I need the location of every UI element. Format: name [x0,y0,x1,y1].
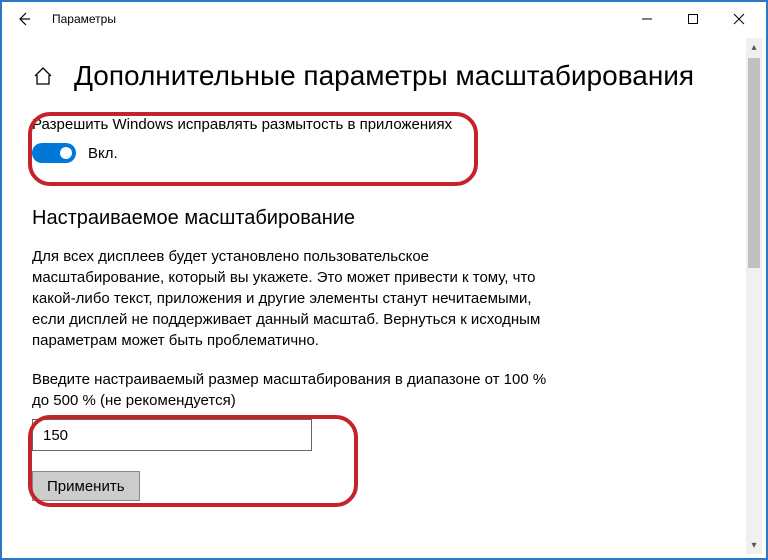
titlebar: Параметры [2,2,766,36]
arrow-left-icon [16,11,32,27]
fix-blur-toggle[interactable] [32,143,76,163]
window-title: Параметры [42,12,116,26]
custom-scaling-controls: Применить [32,419,736,501]
custom-scaling-heading: Настраиваемое масштабирование [32,207,736,230]
back-button[interactable] [6,4,42,34]
custom-scaling-prompt: Введите настраиваемый размер масштабиров… [32,369,552,411]
apply-button[interactable]: Применить [32,471,140,501]
page-header: Дополнительные параметры масштабирования [32,60,736,92]
close-icon [733,13,745,25]
home-icon[interactable] [32,65,54,87]
maximize-button[interactable] [670,4,716,34]
minimize-button[interactable] [624,4,670,34]
close-button[interactable] [716,4,762,34]
custom-scale-input[interactable] [32,419,312,451]
content: Дополнительные параметры масштабирования… [2,36,766,501]
maximize-icon [687,13,699,25]
custom-scaling-description: Для всех дисплеев будет установлено поль… [32,246,542,351]
scroll-down-icon[interactable]: ▾ [746,536,762,554]
page-title: Дополнительные параметры масштабирования [74,60,694,92]
fix-blur-toggle-text: Вкл. [88,145,118,162]
fix-blur-label: Разрешить Windows исправлять размытость … [32,116,730,133]
fix-blur-section: Разрешить Windows исправлять размытость … [32,110,736,171]
minimize-icon [641,13,653,25]
fix-blur-toggle-row: Вкл. [32,143,730,163]
